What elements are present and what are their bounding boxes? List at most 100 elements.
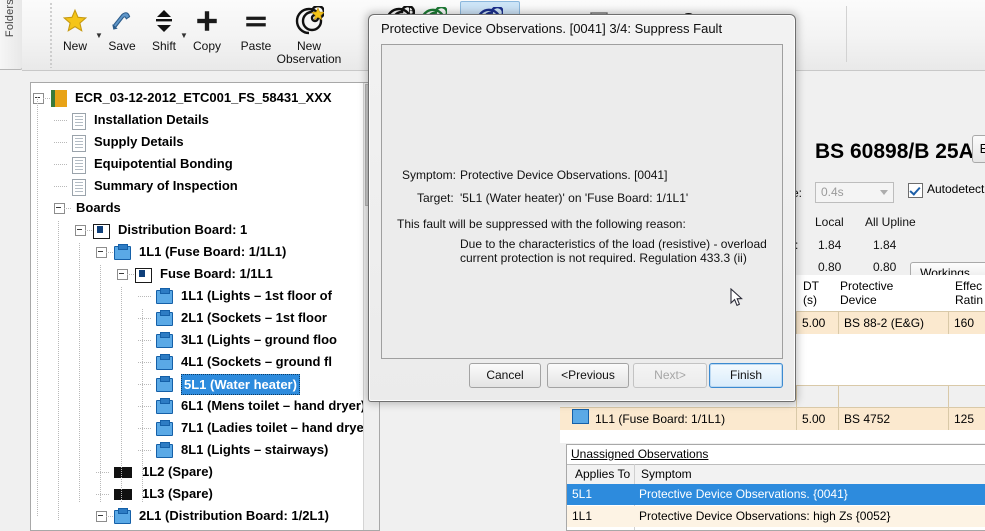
circuit-icon: [156, 354, 173, 370]
tree-connector: [138, 384, 152, 385]
grid-header-dt: DT (s): [803, 279, 819, 307]
tree-item[interactable]: Boards: [31, 197, 379, 219]
next-button: Next>: [633, 363, 707, 388]
grid-header-rating: Effec Ratin: [955, 279, 984, 307]
document-icon: [72, 113, 86, 130]
circuit-icon: [114, 244, 131, 260]
toolbar-button-save[interactable]: Save: [98, 2, 146, 53]
dialog-button-bar: Cancel <Previous Next> Finish: [369, 363, 795, 393]
grid-cell-device-0: BS 88-2 (E&G): [838, 312, 948, 334]
tree-item-label: Summary of Inspection: [94, 178, 238, 193]
tree-item-label: Distribution Board: 1: [118, 222, 248, 237]
tree-item-label: Fuse Board: 1/1L1: [160, 266, 273, 281]
tree-item[interactable]: Supply Details: [31, 131, 379, 153]
suppress-fault-dialog: Protective Device Observations. [0041] 3…: [368, 14, 796, 402]
reason-line-2: current protection is not required. Regu…: [460, 251, 747, 265]
tree-guide-line: [79, 243, 80, 503]
grid-cell-name-2: 1L1 (Fuse Board: 1/1L1): [595, 412, 726, 426]
circuit-icon: [156, 332, 173, 348]
tree-connector: [96, 494, 110, 495]
tree-guide-line: [121, 287, 122, 503]
list-item[interactable]: 5L1 Protective Device Observations. {004…: [567, 484, 985, 505]
row-upline-0: 1.84: [873, 238, 897, 252]
list-item[interactable]: 1L1 Protective Device Observations: high…: [567, 506, 985, 527]
observation-applies-to-0: 5L1: [572, 487, 593, 501]
tree-item-label: Installation Details: [94, 112, 209, 127]
tree-connector: [96, 472, 110, 473]
tree-connector: [85, 230, 93, 231]
tree-connector: [106, 252, 114, 253]
previous-button[interactable]: <Previous: [547, 363, 629, 388]
tree-item-label: 2L1 (Distribution Board: 1/2L1): [139, 508, 329, 523]
spare-icon: [114, 467, 132, 478]
finish-button[interactable]: Finish: [709, 363, 783, 388]
tree-item[interactable]: 6L1 (Mens toilet – hand dryer): [31, 395, 379, 417]
tree-item-label: 8L1 (Lights – stairways): [181, 442, 329, 457]
toolbar-button-new[interactable]: New: [50, 2, 100, 53]
document-icon: [72, 135, 86, 152]
toolbar-button-new-observation[interactable]: New Observation: [254, 2, 364, 66]
tree-item[interactable]: 1L1 (Lights – 1st floor of: [31, 285, 379, 307]
tree-item[interactable]: 1L1 (Fuse Board: 1/1L1): [31, 241, 379, 263]
tree-item-label: 1L1 (Lights – 1st floor of: [181, 288, 332, 303]
folder-icon: [51, 90, 67, 107]
tree-item[interactable]: Installation Details: [31, 109, 379, 131]
observation-applies-to-1: 1L1: [572, 509, 593, 523]
tree-connector: [54, 164, 68, 165]
tree-item[interactable]: 2L1 (Sockets – 1st floor: [31, 307, 379, 329]
tree-item[interactable]: 2L1 (Distribution Board: 1/2L1): [31, 505, 379, 527]
tree-item[interactable]: Summary of Inspection: [31, 175, 379, 197]
target-label: Target:: [417, 191, 454, 205]
disconnection-time-select[interactable]: 0.4s: [815, 182, 894, 203]
tree-connector: [138, 428, 152, 429]
disconnection-time-value: 0.4s: [821, 185, 844, 199]
tree-connector: [138, 296, 152, 297]
device-type-value: BS 60898/B 25A: [815, 140, 974, 163]
symptom-value: Protective Device Observations. [0041]: [460, 168, 668, 182]
tree-item[interactable]: 3L1 (Lights – ground floo: [31, 329, 379, 351]
tree-item[interactable]: 5L1 (Water heater): [31, 373, 379, 395]
tree-connector: [54, 142, 68, 143]
folders-tab-label: Folders: [4, 0, 16, 38]
tree-item[interactable]: Distribution Board: 1: [31, 219, 379, 241]
document-icon: [72, 179, 86, 196]
unassigned-observations-title: Unassigned Observations: [571, 447, 709, 461]
plus-icon: [182, 2, 232, 40]
grid-cell-rating-1: [948, 386, 985, 408]
tree-item[interactable]: Equipotential Bonding: [31, 153, 379, 175]
circuit-icon: [156, 376, 173, 392]
column-header-local: Local: [815, 215, 844, 229]
project-tree-panel[interactable]: ECR_03-12-2012_ETC001_FS_58431_XXX Instal…: [30, 82, 380, 531]
tree-item[interactable]: 7L1 (Ladies toilet – hand dryer): [31, 417, 379, 439]
toolbar-label-new-observation: New Observation: [276, 39, 342, 66]
tree-item-label: ECR_03-12-2012_ETC001_FS_58431_XXX: [75, 90, 332, 105]
board-icon: [135, 268, 152, 283]
tree-item[interactable]: 1L2 (Spare): [31, 461, 379, 483]
edit-device-button[interactable]: E: [972, 135, 985, 163]
toolbar-button-shift[interactable]: Shift: [142, 2, 186, 53]
observations-header-applies-to: Applies To: [575, 467, 631, 481]
document-icon: [72, 157, 86, 174]
chevron-down-icon-dis: [880, 190, 888, 195]
tree-connector: [138, 406, 152, 407]
tree-item[interactable]: Fuse Board: 1/1L1: [31, 263, 379, 285]
tree-item[interactable]: ECR_03-12-2012_ETC001_FS_58431_XXX: [31, 87, 379, 109]
tree-item[interactable]: 8L1 (Lights – stairways): [31, 439, 379, 461]
folders-side-tab[interactable]: Folders: [0, 0, 23, 70]
save-icon: [98, 2, 146, 40]
cancel-button[interactable]: Cancel: [469, 363, 541, 388]
toolbar-button-copy[interactable]: Copy: [182, 2, 232, 53]
table-row[interactable]: 1L1 (Fuse Board: 1/1L1) 5.00 BS 4752 125: [560, 407, 985, 430]
tree-item-label: 4L1 (Sockets – ground fl: [181, 354, 332, 369]
grid-header-device: Protective Device: [840, 279, 894, 307]
reason-intro: This fault will be suppressed with the f…: [397, 217, 686, 231]
tree-item-label: 6L1 (Mens toilet – hand dryer): [181, 398, 366, 413]
column-header-all-upline: All Upline: [865, 215, 916, 229]
tree-item[interactable]: 4L1 (Sockets – ground fl: [31, 351, 379, 373]
toolbar-separator: [846, 6, 847, 62]
tree-connector: [138, 318, 152, 319]
tree-connector: [138, 450, 152, 451]
grid-cell-dt-1: [796, 386, 838, 408]
tree-item[interactable]: 1L3 (Spare): [31, 483, 379, 505]
toolbar-label-shift: Shift: [151, 39, 176, 53]
